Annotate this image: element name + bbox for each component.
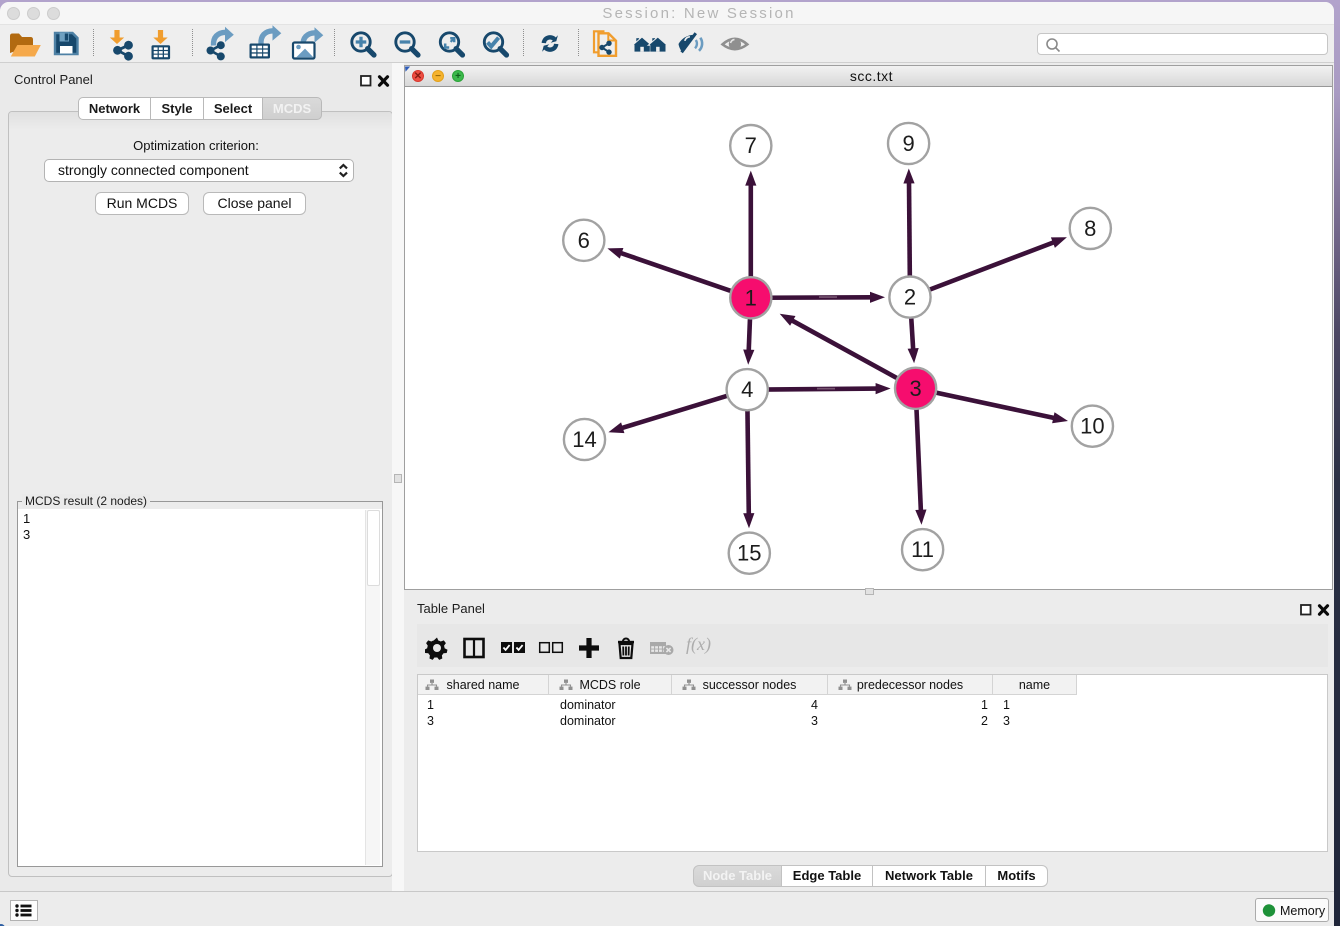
svg-text:7: 7 — [745, 133, 757, 158]
svg-text:10: 10 — [1080, 414, 1104, 439]
svg-text:3: 3 — [909, 376, 921, 401]
svg-text:9: 9 — [902, 131, 914, 156]
svg-text:15: 15 — [737, 541, 761, 566]
svg-text:1: 1 — [745, 285, 757, 310]
svg-text:6: 6 — [578, 228, 590, 253]
svg-text:4: 4 — [741, 377, 753, 402]
svg-text:8: 8 — [1084, 216, 1096, 241]
svg-text:2: 2 — [904, 285, 916, 310]
svg-text:14: 14 — [572, 427, 596, 452]
svg-text:11: 11 — [911, 537, 934, 562]
svg-text:Memory: Memory — [1280, 904, 1326, 918]
